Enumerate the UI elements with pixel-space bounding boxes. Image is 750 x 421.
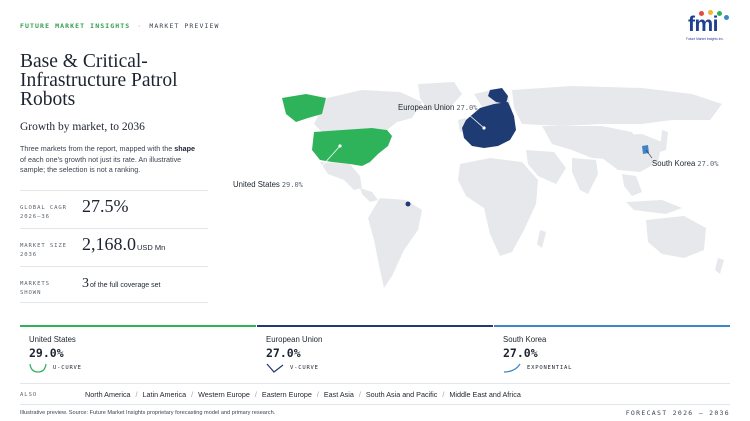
stat-unit: USD Mn — [137, 243, 166, 252]
map-eu-overseas-dot — [405, 201, 411, 207]
stat-value: 2,168.0USD Mn — [82, 234, 165, 255]
world-map: European Union 27.0% South Korea 27.0% Uni… — [222, 80, 750, 298]
region-link[interactable]: Western Europe — [198, 390, 250, 399]
land-russia — [512, 86, 722, 126]
card-european-union[interactable]: European Union 27.0% V-CURVE — [257, 325, 493, 380]
page-subtitle: Growth by market, to 2036 — [20, 121, 145, 133]
leader-dot-eu — [482, 126, 486, 130]
logo-wordmark: fmi — [688, 13, 719, 36]
map-label-us: United States 29.0% — [233, 180, 303, 189]
map-label-pct: 27.0% — [697, 160, 719, 168]
card-shape-label: EXPONENTIAL — [527, 365, 573, 371]
map-label-name: European Union — [398, 103, 455, 112]
region-link[interactable]: South Asia and Pacific — [366, 390, 438, 399]
market-cards: United States 29.0% U-CURVE European Uni… — [20, 325, 730, 380]
region-separator: / — [191, 390, 194, 399]
u-curve-icon — [29, 363, 47, 373]
logo-tagline: Future Market Insights Inc. — [686, 37, 724, 41]
land-africa — [458, 158, 538, 256]
stat-value-number: 2,168.0 — [82, 234, 136, 254]
map-label-kr: South Korea 27.0% — [652, 159, 718, 168]
map-label-name: United States — [233, 180, 280, 189]
card-shape-label: V-CURVE — [290, 365, 319, 371]
map-label-name: South Korea — [652, 159, 696, 168]
stat-label-line1: GLOBAL CAGR — [20, 205, 67, 211]
stat-label: GLOBAL CAGR 2026–36 — [20, 204, 67, 222]
land-japan — [660, 130, 668, 152]
map-label-pct: 27.0% — [456, 104, 478, 112]
world-map-svg — [282, 82, 724, 288]
map-label-eu: European Union 27.0% — [398, 103, 477, 112]
stat-global-cagr: GLOBAL CAGR 2026–36 27.5% — [20, 190, 208, 228]
top-bar: FUTURE MARKET INSIGHTS · MARKET PREVIEW — [20, 22, 220, 30]
land-central-america — [360, 188, 378, 202]
land-mexico — [320, 162, 362, 190]
stat-value-number: 3 — [82, 276, 89, 291]
region-link[interactable]: Middle East and Africa — [449, 390, 521, 399]
stat-value: 3of the full coverage set — [82, 276, 160, 292]
exponential-curve-icon — [503, 363, 521, 373]
brand-name: FUTURE MARKET INSIGHTS — [20, 22, 131, 30]
stat-value: 27.5% — [82, 196, 129, 216]
card-value: 27.0% — [503, 346, 538, 360]
forecast-range: FORECAST 2026 – 2036 — [625, 409, 730, 417]
map-label-pct: 29.0% — [281, 181, 303, 189]
region-link[interactable]: Eastern Europe — [262, 390, 312, 399]
region-separator: / — [254, 390, 257, 399]
description-text-2: of each one's growth not just its rate. … — [20, 154, 182, 175]
card-name: European Union — [266, 335, 323, 344]
card-south-korea[interactable]: South Korea 27.0% EXPONENTIAL — [494, 325, 730, 380]
page-title: Base & Critical-Infrastructure Patrol Ro… — [20, 51, 178, 110]
region-separator: / — [316, 390, 319, 399]
map-united-states — [312, 128, 392, 166]
land-australia — [646, 216, 706, 258]
stat-label: MARKETS SHOWN — [20, 280, 50, 298]
stat-label-line2: 2036 — [20, 252, 38, 258]
card-value: 27.0% — [266, 346, 301, 360]
region-separator: / — [442, 390, 445, 399]
land-southeast-asia — [622, 174, 642, 196]
land-india — [572, 158, 598, 194]
card-value: 29.0% — [29, 346, 64, 360]
region-link[interactable]: Latin America — [143, 390, 187, 399]
section-label: MARKET PREVIEW — [149, 22, 220, 30]
land-new-zealand — [715, 258, 724, 274]
region-link[interactable]: East Asia — [324, 390, 354, 399]
v-curve-icon — [266, 363, 284, 373]
card-shape-label: U-CURVE — [53, 365, 82, 371]
leader-dot-us — [338, 144, 342, 148]
description: Three markets from the report, mapped wi… — [20, 144, 200, 176]
logo-dot-blue — [724, 15, 729, 20]
stat-market-size: MARKET SIZE 2036 2,168.0USD Mn — [20, 228, 208, 266]
region-separator: / — [358, 390, 361, 399]
stat-label-line2: SHOWN — [20, 290, 42, 296]
also-regions: North America / Latin America / Western Euro… — [85, 390, 521, 399]
description-bold: shape — [174, 144, 195, 153]
stat-label: MARKET SIZE 2036 — [20, 242, 67, 260]
stat-label-line1: MARKETS — [20, 281, 50, 287]
land-indonesia — [626, 200, 682, 214]
description-text-1: Three markets from the report, mapped wi… — [20, 144, 175, 153]
also-row: ALSO North America / Latin America / Western… — [20, 383, 730, 405]
region-link[interactable]: North America — [85, 390, 131, 399]
footnote: Illustrative preview. Source: Future Mar… — [20, 410, 276, 416]
fmi-logo[interactable]: fmi Future Market Insights Inc. — [686, 10, 732, 44]
stat-markets-shown: MARKETS SHOWN 3of the full coverage set — [20, 266, 208, 303]
stat-unit: of the full coverage set — [90, 282, 161, 289]
card-united-states[interactable]: United States 29.0% U-CURVE — [20, 325, 256, 380]
card-name: United States — [29, 335, 76, 344]
land-south-america — [368, 198, 422, 288]
stat-label-line1: MARKET SIZE — [20, 243, 67, 249]
also-label: ALSO — [20, 392, 38, 398]
card-name: South Korea — [503, 335, 547, 344]
region-separator: / — [135, 390, 138, 399]
land-madagascar — [537, 230, 546, 248]
land-masses — [314, 82, 724, 288]
stat-label-line2: 2026–36 — [20, 214, 50, 220]
header-separator: · — [137, 22, 143, 30]
